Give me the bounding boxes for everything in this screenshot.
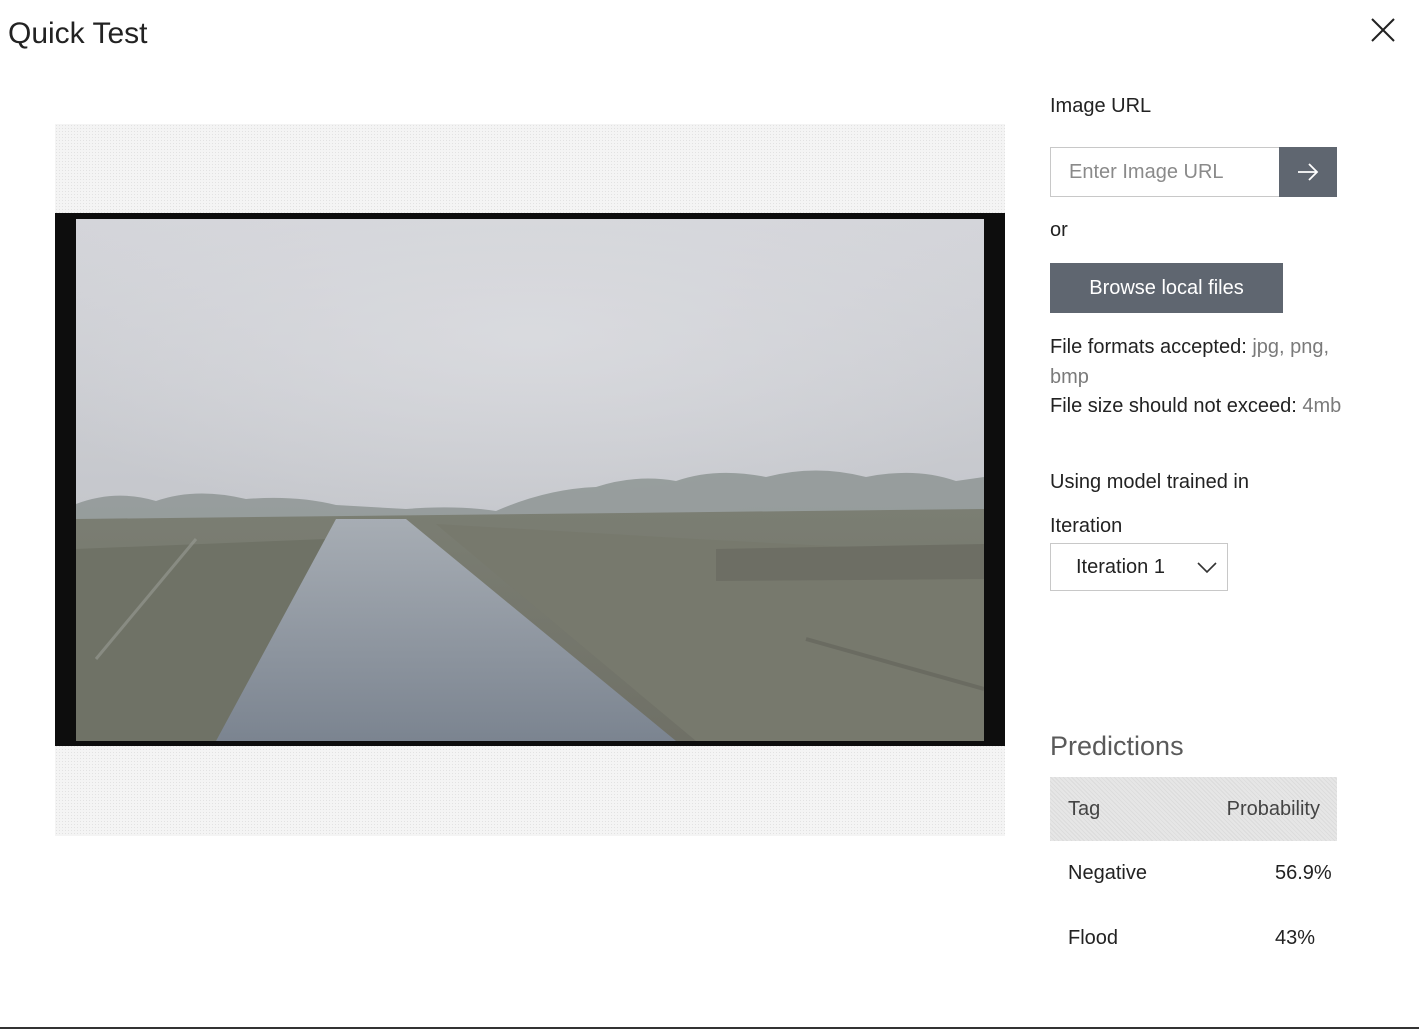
arrow-right-icon	[1298, 163, 1319, 181]
prediction-tag: Flood	[1068, 927, 1119, 949]
quick-test-dialog: Quick Test Image URL Enter Image URL or …	[0, 0, 1419, 1029]
iteration-selected-value: Iteration 1	[1076, 555, 1165, 578]
preview-image	[76, 219, 984, 741]
browse-local-files-button[interactable]: Browse local files	[1050, 263, 1283, 313]
prediction-tag: Negative	[1068, 862, 1147, 884]
or-separator: or	[1050, 219, 1068, 241]
close-icon	[1371, 18, 1395, 42]
submit-url-button[interactable]	[1279, 147, 1337, 197]
predictions-table: Tag Probability Negative 56.9% Flood 43%	[1050, 777, 1337, 971]
image-url-label: Image URL	[1050, 95, 1152, 117]
table-row: Negative 56.9%	[1050, 841, 1337, 906]
file-requirements: File formats accepted: jpg, png, bmp Fil…	[1050, 333, 1345, 422]
file-formats-info: File formats accepted: jpg, png, bmp	[1050, 333, 1345, 392]
quick-test-controls: Image URL or Browse local files File for…	[1050, 0, 1350, 1000]
prediction-probability: 43%	[1275, 927, 1316, 949]
image-url-input[interactable]	[1050, 147, 1279, 197]
chevron-down-icon	[1197, 562, 1217, 574]
image-frame	[55, 213, 1005, 746]
table-row: Flood 43%	[1050, 906, 1337, 971]
image-url-group	[1050, 147, 1337, 197]
column-header-tag: Tag	[1068, 797, 1101, 820]
column-header-probability: Probability	[1226, 797, 1320, 820]
file-size-label: File size should not exceed:	[1050, 395, 1297, 417]
prediction-probability: 56.9%	[1275, 862, 1332, 884]
iteration-label: Iteration	[1050, 515, 1123, 537]
image-preview-area	[55, 124, 1005, 836]
file-size-info: File size should not exceed: 4mb	[1050, 392, 1345, 422]
iteration-dropdown[interactable]: Iteration 1	[1050, 543, 1228, 591]
dialog-title: Quick Test	[8, 17, 148, 50]
predictions-title: Predictions	[1050, 731, 1184, 761]
file-formats-label: File formats accepted:	[1050, 336, 1247, 358]
predictions-table-header: Tag Probability	[1050, 777, 1337, 841]
model-label: Using model trained in	[1050, 471, 1249, 493]
file-size-value: 4mb	[1302, 395, 1342, 417]
close-button[interactable]	[1364, 12, 1402, 50]
